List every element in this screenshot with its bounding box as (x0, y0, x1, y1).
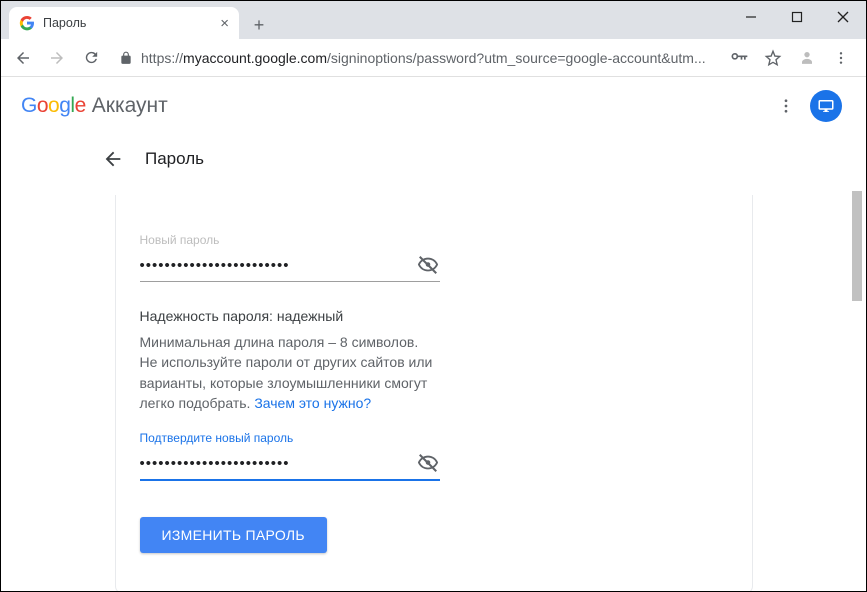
nav-forward-button[interactable] (41, 42, 73, 74)
bookmark-star-icon[interactable] (758, 43, 788, 73)
window-controls (728, 1, 866, 33)
google-logo[interactable]: Google Аккаунт (21, 94, 168, 118)
new-password-label: Новый пароль (140, 233, 440, 247)
confirm-password-label: Подтвердите новый пароль (140, 431, 440, 445)
profile-avatar-icon[interactable] (792, 43, 822, 73)
toggle-visibility-icon[interactable] (416, 451, 440, 475)
password-strength: Надежность пароля: надежный (140, 308, 440, 324)
page-title: Пароль (145, 149, 204, 169)
scrollbar-track[interactable] (850, 185, 864, 591)
header-more-icon[interactable] (766, 86, 806, 126)
page-title-row: Пароль (1, 135, 866, 183)
content-area: Новый пароль Надежность пароля: надежный… (1, 185, 866, 591)
confirm-password-input[interactable] (140, 455, 416, 472)
scrollbar-thumb[interactable] (852, 191, 862, 301)
url-text: https://myaccount.google.com/signinoptio… (141, 50, 706, 66)
new-password-field: Новый пароль (140, 233, 440, 282)
google-favicon-icon (19, 15, 35, 31)
lock-icon (119, 51, 133, 65)
google-logo-word: Google (21, 94, 86, 118)
window-maximize-button[interactable] (774, 1, 820, 33)
address-bar-row: https://myaccount.google.com/signinoptio… (1, 39, 866, 77)
new-tab-button[interactable]: + (245, 11, 273, 39)
account-avatar[interactable] (806, 86, 846, 126)
new-password-input[interactable] (140, 257, 416, 274)
address-bar-icons (724, 43, 860, 73)
submit-row: ИЗМЕНИТЬ ПАРОЛЬ (140, 517, 440, 553)
password-card: Новый пароль Надежность пароля: надежный… (115, 195, 753, 591)
password-key-icon[interactable] (724, 43, 754, 73)
window-close-button[interactable] (820, 1, 866, 33)
tab-close-icon[interactable]: × (220, 15, 229, 32)
monitor-icon (817, 97, 835, 115)
password-hint: Минимальная длина пароля – 8 символов. Н… (140, 332, 440, 413)
confirm-password-field: Подтвердите новый пароль (140, 431, 440, 481)
product-name: Аккаунт (92, 94, 168, 118)
window-minimize-button[interactable] (728, 1, 774, 33)
tab-title: Пароль (43, 16, 86, 30)
chrome-menu-icon[interactable] (826, 43, 856, 73)
toggle-visibility-icon[interactable] (416, 253, 440, 277)
nav-reload-button[interactable] (75, 42, 107, 74)
back-arrow-icon[interactable] (101, 147, 125, 171)
change-password-button[interactable]: ИЗМЕНИТЬ ПАРОЛЬ (140, 517, 327, 553)
browser-tab[interactable]: Пароль × (9, 7, 239, 39)
why-link[interactable]: Зачем это нужно? (254, 395, 371, 411)
url-bar[interactable]: https://myaccount.google.com/signinoptio… (109, 44, 722, 72)
google-account-header: Google Аккаунт (1, 77, 866, 135)
nav-back-button[interactable] (7, 42, 39, 74)
